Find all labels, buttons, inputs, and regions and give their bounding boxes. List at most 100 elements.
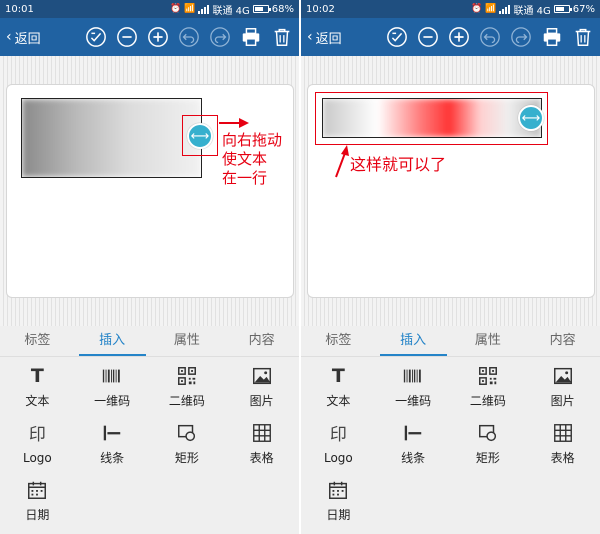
redo-icon <box>510 27 531 47</box>
table-icon <box>553 424 572 442</box>
insert-rectangle-button[interactable]: 矩形 <box>150 415 225 472</box>
back-button[interactable]: ‹ 返回 <box>0 28 78 47</box>
red-arrow-icon <box>219 118 249 128</box>
insert-grid: T 文本 一维码 二维码 图片 印 Logo 线条 矩形 表格 日期 <box>301 358 600 534</box>
item-label: 文本 <box>25 394 50 408</box>
canvas-area: ⟷ 向右拖动 使文本 在一行 <box>0 56 299 326</box>
tab-properties[interactable]: 属性 <box>150 326 225 356</box>
minus-icon <box>417 27 438 47</box>
insert-qrcode-button[interactable]: 二维码 <box>150 358 225 415</box>
tab-insert[interactable]: 插入 <box>376 326 451 356</box>
item-label: 表格 <box>550 451 575 465</box>
table-icon <box>252 424 271 442</box>
annotation-line: 使文本 <box>222 150 268 168</box>
item-label: Logo <box>22 450 52 465</box>
zoom-in-button[interactable] <box>144 24 171 51</box>
insert-barcode-button[interactable]: 一维码 <box>376 358 451 415</box>
insert-date-button[interactable]: 日期 <box>0 472 75 529</box>
insert-image-button[interactable]: 图片 <box>224 358 299 415</box>
insert-text-button[interactable]: T 文本 <box>301 358 376 415</box>
highlight-box <box>315 92 548 145</box>
status-time: 10:02 <box>306 3 335 15</box>
tab-properties[interactable]: 属性 <box>451 326 526 356</box>
item-label: 图片 <box>249 394 274 408</box>
insert-logo-button[interactable]: 印 Logo <box>0 415 75 472</box>
battery-percent: 67% <box>572 3 595 15</box>
insert-grid: T 文本 一维码 二维码 图片 印 Logo 线条 矩形 表格 日期 <box>0 358 299 534</box>
tab-bar: 标签 插入 属性 内容 <box>301 326 600 357</box>
rectangle-icon <box>177 424 195 442</box>
status-bar: 10:01 ⏰ 📶 联通 4G 68% <box>0 0 299 18</box>
auto-adjust-button[interactable] <box>383 24 410 51</box>
label-canvas[interactable]: ⟷ 这样就可以了 <box>307 84 595 298</box>
insert-table-button[interactable]: 表格 <box>525 415 600 472</box>
insert-date-button[interactable]: 日期 <box>301 472 376 529</box>
alarm-icon: ⏰ <box>471 4 483 14</box>
insert-rectangle-button[interactable]: 矩形 <box>451 415 526 472</box>
tab-bar: 标签 插入 属性 内容 <box>0 326 299 357</box>
insert-barcode-button[interactable]: 一维码 <box>75 358 150 415</box>
auto-adjust-button[interactable] <box>82 24 109 51</box>
redo-icon <box>209 27 230 47</box>
undo-button[interactable] <box>476 24 503 51</box>
tab-label[interactable]: 标签 <box>301 326 376 356</box>
back-button[interactable]: ‹ 返回 <box>301 28 379 47</box>
tab-content[interactable]: 内容 <box>525 326 600 356</box>
annotation-instruction: 向右拖动 使文本 在一行 <box>222 131 282 188</box>
delete-button[interactable] <box>569 24 596 51</box>
item-label: 一维码 <box>94 394 131 408</box>
status-bar: 10:02 ⏰ 📶 联通 4G 67% <box>301 0 600 18</box>
nav-bar: ‹ 返回 <box>0 18 299 56</box>
plus-icon <box>448 27 469 47</box>
item-label: 矩形 <box>475 451 500 465</box>
status-time: 10:01 <box>5 3 34 15</box>
auto-adjust-icon <box>386 27 407 47</box>
label-canvas[interactable]: ⟷ 向右拖动 使文本 在一行 <box>6 84 294 298</box>
screen-after: 10:02 ⏰ 📶 联通 4G 67% ‹ 返回 ⟷ 这样就可以了 标签 插入 … <box>301 0 600 534</box>
insert-logo-button[interactable]: 印 Logo <box>301 415 376 472</box>
redo-button[interactable] <box>507 24 534 51</box>
logo-icon: 印 <box>28 424 46 445</box>
tab-label[interactable]: 标签 <box>0 326 75 356</box>
insert-qrcode-button[interactable]: 二维码 <box>451 358 526 415</box>
print-button[interactable] <box>237 24 264 51</box>
print-button[interactable] <box>538 24 565 51</box>
carrier-label: 联通 4G <box>513 5 551 17</box>
insert-table-button[interactable]: 表格 <box>224 415 299 472</box>
zoom-out-button[interactable] <box>113 24 140 51</box>
chevron-left-icon: ‹ <box>307 29 313 45</box>
tab-content[interactable]: 内容 <box>224 326 299 356</box>
item-label: 矩形 <box>174 451 199 465</box>
battery-icon <box>553 5 572 13</box>
annotation-line: 在一行 <box>222 169 268 187</box>
rectangle-icon <box>478 424 496 442</box>
undo-button[interactable] <box>175 24 202 51</box>
image-icon <box>553 367 572 385</box>
item-label: 二维码 <box>168 394 205 408</box>
insert-text-button[interactable]: T 文本 <box>0 358 75 415</box>
highlight-box <box>182 115 218 156</box>
zoom-out-button[interactable] <box>414 24 441 51</box>
insert-line-button[interactable]: 线条 <box>75 415 150 472</box>
delete-button[interactable] <box>268 24 295 51</box>
date-icon <box>28 481 47 499</box>
item-label: 线条 <box>401 451 426 465</box>
item-label: Logo <box>323 450 353 465</box>
canvas-area: ⟷ 这样就可以了 <box>301 56 600 326</box>
trash-icon <box>274 28 289 46</box>
item-label: 线条 <box>100 451 125 465</box>
printer-icon <box>242 28 259 46</box>
item-label: 日期 <box>25 508 50 522</box>
logo-icon: 印 <box>329 424 347 445</box>
zoom-in-button[interactable] <box>445 24 472 51</box>
barcode-icon <box>403 369 421 383</box>
insert-image-button[interactable]: 图片 <box>525 358 600 415</box>
tab-insert[interactable]: 插入 <box>75 326 150 356</box>
nav-bar: ‹ 返回 <box>301 18 600 56</box>
text-element[interactable] <box>21 98 202 178</box>
insert-line-button[interactable]: 线条 <box>376 415 451 472</box>
trash-icon <box>575 28 590 46</box>
line-icon <box>404 425 422 441</box>
item-label: 图片 <box>550 394 575 408</box>
redo-button[interactable] <box>206 24 233 51</box>
